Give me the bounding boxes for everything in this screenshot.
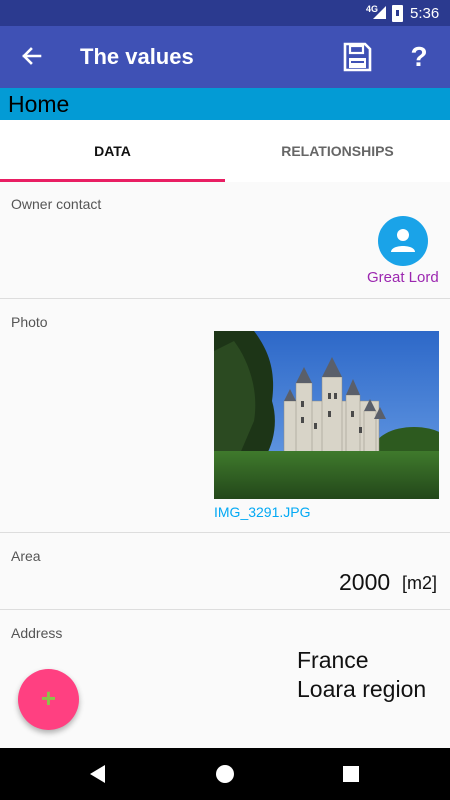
divider <box>0 609 450 610</box>
owner-contact-name[interactable]: Great Lord <box>367 269 439 286</box>
address-line-country: France <box>297 647 369 673</box>
photo-thumbnail[interactable] <box>214 331 439 499</box>
nav-recents-icon[interactable] <box>343 766 359 782</box>
tab-data[interactable]: DATA <box>0 120 225 182</box>
nav-back-icon[interactable] <box>90 765 105 783</box>
back-button[interactable] <box>14 38 50 74</box>
system-nav-bar <box>0 748 450 800</box>
status-bar: 4G 5:36 <box>0 0 450 26</box>
owner-contact-label: Owner contact <box>11 196 102 212</box>
area-value: 2000 <box>339 569 391 595</box>
save-button[interactable] <box>340 40 374 74</box>
area-label: Area <box>11 548 41 564</box>
home-bar: Home <box>0 88 450 120</box>
status-time: 5:36 <box>410 5 440 22</box>
home-title: Home <box>8 91 70 117</box>
photo-label: Photo <box>11 314 48 330</box>
photo-filename[interactable]: IMG_3291.JPG <box>214 504 311 520</box>
contact-avatar[interactable] <box>378 216 428 266</box>
person-icon <box>391 229 415 252</box>
tab-indicator <box>0 179 225 182</box>
add-button[interactable]: + <box>18 669 79 730</box>
tab-relationships[interactable]: RELATIONSHIPS <box>225 120 450 182</box>
nav-home-icon[interactable] <box>216 765 234 783</box>
address-label: Address <box>11 625 63 641</box>
area-unit: [m2] <box>402 573 438 593</box>
plus-icon: + <box>40 683 57 713</box>
arrow-left-icon <box>22 47 42 65</box>
help-button[interactable]: ? <box>404 40 434 74</box>
signal-icon <box>373 6 386 19</box>
page-title: The values <box>80 44 194 69</box>
castle-photo <box>214 331 439 499</box>
divider <box>0 298 450 299</box>
address-line-region: Loara region <box>297 676 427 702</box>
app-bar: The values ? <box>0 26 450 88</box>
floppy-disk-icon <box>343 42 372 72</box>
tab-bar: DATA RELATIONSHIPS <box>0 120 450 182</box>
divider <box>0 532 450 533</box>
battery-icon <box>392 5 403 22</box>
